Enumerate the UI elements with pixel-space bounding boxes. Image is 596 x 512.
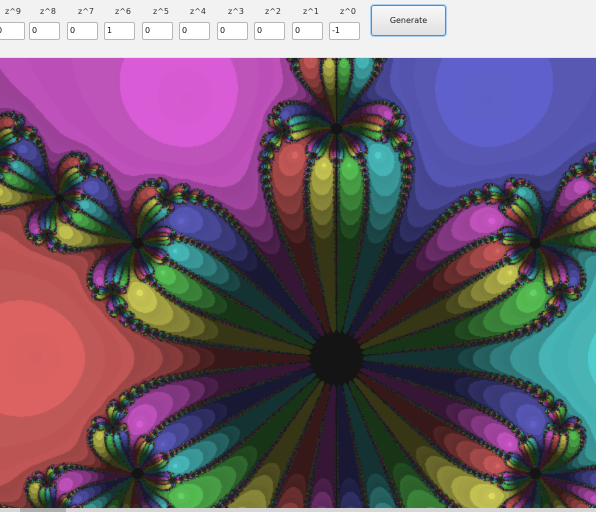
coef-z6-label: z^6 — [115, 7, 131, 16]
coef-z2: z^2 — [254, 6, 292, 40]
coef-z8: z^8 — [29, 6, 67, 40]
coef-z8-label: z^8 — [40, 7, 56, 16]
coef-z0: z^0 — [329, 6, 367, 40]
coef-z4-input[interactable] — [179, 21, 210, 40]
coef-z7-label: z^7 — [78, 7, 94, 16]
coef-z9-label: z^9 — [5, 7, 21, 16]
coef-z1: z^1 — [292, 6, 330, 40]
horizontal-scrollbar[interactable] — [0, 508, 596, 512]
coef-z5-input[interactable] — [142, 21, 173, 40]
coef-z7: z^7 — [67, 6, 105, 40]
coef-z3: z^3 — [217, 6, 255, 40]
scrollbar-thumb[interactable] — [20, 508, 66, 512]
coef-z2-label: z^2 — [265, 7, 281, 16]
coef-z7-input[interactable] — [67, 21, 98, 40]
toolbar: z^9 z^8 z^7 z^6 z^5 z^4 z^3 z^2 z^1 z^0 … — [0, 0, 596, 58]
coef-z9: z^9 — [0, 6, 32, 40]
coef-z8-input[interactable] — [29, 21, 60, 40]
coef-z4: z^4 — [179, 6, 217, 40]
coef-z2-input[interactable] — [254, 21, 285, 40]
coef-z3-label: z^3 — [228, 7, 244, 16]
coef-z9-input[interactable] — [0, 21, 25, 40]
coef-z1-input[interactable] — [292, 21, 323, 40]
newton-fractal-canvas — [0, 58, 596, 508]
coef-z5: z^5 — [142, 6, 180, 40]
coef-z1-label: z^1 — [303, 7, 319, 16]
generate-button[interactable]: Generate — [371, 5, 446, 36]
coef-z6-input[interactable] — [104, 21, 135, 40]
coef-z0-input[interactable] — [329, 21, 360, 40]
coef-z5-label: z^5 — [153, 7, 169, 16]
coef-z0-label: z^0 — [340, 7, 356, 16]
coef-z3-input[interactable] — [217, 21, 248, 40]
fractal-canvas-area — [0, 58, 596, 508]
coef-z4-label: z^4 — [190, 7, 206, 16]
coef-z6: z^6 — [104, 6, 142, 40]
